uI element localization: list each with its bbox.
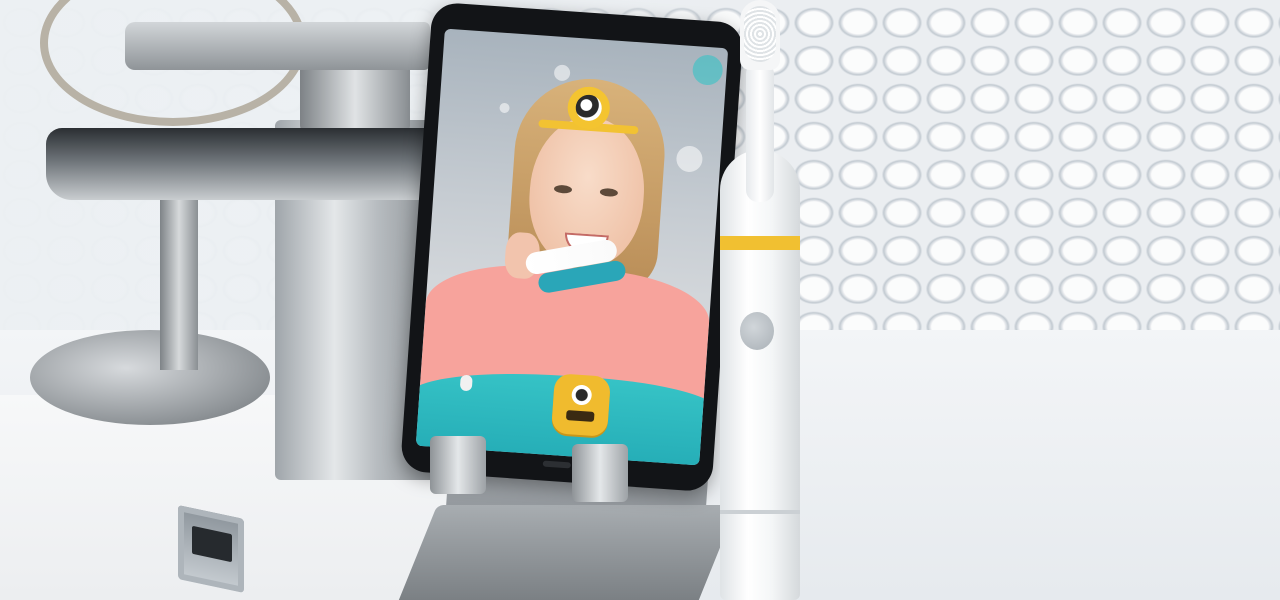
phone-screen: [415, 28, 729, 466]
yellow-monster-icon: [550, 373, 612, 437]
faucet-handle-post: [300, 60, 410, 135]
electric-toothbrush: [716, 0, 804, 600]
stand-clip-left: [430, 436, 486, 494]
bubble: [499, 102, 510, 114]
toothbrush-neck: [746, 62, 774, 202]
toothbrush-bristles: [744, 6, 776, 62]
faucet-spout: [46, 128, 446, 200]
toothbrush-base-seam: [720, 510, 800, 514]
phone-stand-base: [392, 505, 738, 600]
phone-bottom-bezel: [542, 460, 571, 469]
faucet-handle: [125, 22, 430, 70]
smartphone: [399, 1, 745, 493]
toothbrush-yellow-band: [720, 236, 800, 250]
bubble: [553, 64, 571, 82]
toothbrush-handle: [720, 150, 800, 600]
stand-clip-right: [572, 444, 628, 502]
bubble: [675, 145, 704, 173]
faucet-base: [30, 330, 270, 425]
toothbrush-power-button: [740, 312, 774, 350]
bathroom-scene: [0, 0, 1280, 600]
